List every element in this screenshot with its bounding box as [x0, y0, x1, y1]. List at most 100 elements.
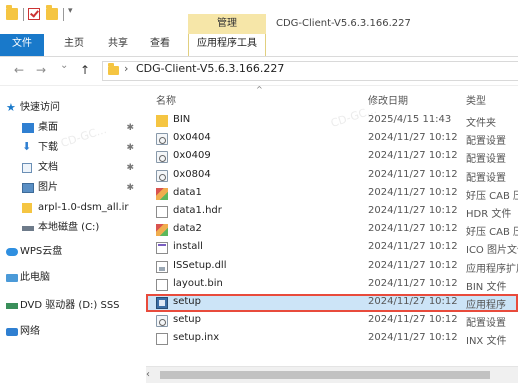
pin-icon[interactable]: ✱ [126, 178, 134, 198]
nav-item-desktop[interactable]: 桌面 ✱ [0, 118, 140, 138]
nav-item-quick-access[interactable]: ★ 快速访问 [0, 98, 140, 118]
file-row[interactable]: setup 2024/11/27 10:12 配置设置 [146, 312, 518, 330]
file-row[interactable]: data2 2024/11/27 10:12 好压 CAB 压 [146, 221, 518, 239]
folder-icon[interactable] [6, 5, 18, 20]
nav-item-arpl-folder[interactable]: arpl-1.0-dsm_all.ir [0, 198, 140, 218]
nav-item-dvd-drive[interactable]: DVD 驱动器 (D:) SSS [0, 296, 140, 316]
forward-arrow-icon[interactable]: → [36, 63, 46, 77]
file-row[interactable]: setup 2024/11/27 10:12 应用程序 [146, 294, 518, 312]
file-name: 0x0409 [173, 150, 211, 162]
quick-access-dropdown-icon[interactable]: ▾ [68, 6, 73, 16]
drive-icon [22, 226, 34, 231]
file-row[interactable]: data1.hdr 2024/11/27 10:12 HDR 文件 [146, 203, 518, 221]
file-row[interactable]: setup.inx 2024/11/27 10:12 INX 文件 [146, 330, 518, 348]
file-type: 好压 CAB 压 [466, 227, 518, 239]
column-header-type[interactable]: 类型 [466, 92, 486, 107]
file-type: 文件夹 [466, 118, 496, 129]
nav-item-label: 桌面 [38, 122, 58, 133]
nav-item-label: arpl-1.0-dsm_all.ir [38, 202, 129, 213]
horizontal-scrollbar[interactable]: ‹ [146, 366, 518, 383]
nav-item-documents[interactable]: 文档 ✱ [0, 158, 140, 178]
download-icon: ⬇ [22, 140, 32, 153]
file-name: layout.bin [173, 277, 223, 289]
nav-item-label: 下载 [38, 142, 58, 153]
nav-item-label: DVD 驱动器 (D:) SSS [20, 300, 120, 311]
file-name: setup [173, 296, 201, 307]
file-row[interactable]: ISSetup.dll 2024/11/27 10:12 应用程序扩展 [146, 258, 518, 276]
file-icon [156, 206, 168, 218]
nav-item-wps-cloud[interactable]: WPS云盘 [0, 242, 140, 262]
cab-icon [156, 187, 168, 200]
setup-icon [156, 297, 168, 309]
file-name: ISSetup.dll [173, 259, 227, 271]
file-type: HDR 文件 [466, 209, 512, 220]
file-row[interactable]: layout.bin 2024/11/27 10:12 BIN 文件 [146, 276, 518, 294]
file-date: 2024/11/27 10:12 [368, 314, 458, 326]
file-row[interactable]: 0x0409 2024/11/27 10:12 配置设置 [146, 148, 518, 166]
column-header-name[interactable]: 名称 [156, 92, 176, 107]
file-icon [156, 278, 168, 291]
file-type: 配置设置 [466, 154, 506, 166]
dll-icon [156, 260, 168, 273]
file-name: 0x0404 [173, 132, 211, 144]
file-row[interactable]: install 2024/11/27 10:12 ICO 图片文件 [146, 239, 518, 257]
nav-item-network[interactable]: 网络 [0, 322, 140, 342]
config-icon [156, 151, 168, 164]
breadcrumb-current-folder[interactable]: CDG-Client-V5.6.3.166.227 [136, 62, 284, 75]
file-row[interactable]: 0x0804 2024/11/27 10:12 配置设置 [146, 167, 518, 185]
cloud-icon [6, 248, 18, 256]
back-arrow-icon[interactable]: ← [14, 63, 24, 77]
tab-file[interactable]: 文件 [0, 34, 44, 56]
pin-icon[interactable]: ✱ [126, 118, 134, 138]
scroll-left-arrow-icon[interactable]: ‹ [146, 369, 150, 380]
file-name: install [173, 241, 203, 253]
config-icon [156, 133, 168, 146]
file-name: setup.inx [173, 332, 220, 344]
nav-item-label: 图片 [38, 182, 58, 193]
file-row[interactable]: 0x0404 2024/11/27 10:12 配置设置 [146, 130, 518, 148]
pin-icon[interactable]: ✱ [126, 158, 134, 178]
title-bar: ▾ 管理 CDG-Client-V5.6.3.166.227 [0, 0, 518, 34]
file-type: INX 文件 [466, 336, 507, 348]
manage-context-tab[interactable]: 管理 [188, 14, 266, 34]
tab-application-tools[interactable]: 应用程序工具 [188, 34, 266, 56]
file-row[interactable]: data1 2024/11/27 10:12 好压 CAB 压 [146, 185, 518, 203]
ribbon-tabs: 文件 主页 共享 查看 应用程序工具 [0, 34, 518, 57]
file-type: 配置设置 [466, 136, 506, 148]
nav-item-label: 网络 [20, 326, 40, 337]
file-date: 2024/11/27 10:12 [368, 296, 458, 307]
file-list: 名称 ^ 修改日期 类型 BIN 2025/4/15 11:43 文件夹 0x0404… [146, 85, 518, 366]
desktop-icon [22, 123, 34, 133]
config-icon [156, 315, 168, 328]
column-header-date[interactable]: 修改日期 [368, 92, 408, 107]
tab-home[interactable]: 主页 [64, 34, 84, 56]
file-row[interactable]: BIN 2025/4/15 11:43 文件夹 [146, 112, 518, 130]
pin-icon[interactable]: ✱ [126, 138, 134, 158]
computer-icon [6, 274, 18, 282]
separator [23, 8, 24, 21]
up-arrow-icon[interactable]: ↑ [80, 63, 90, 77]
nav-item-downloads[interactable]: ⬇ 下载 ✱ [0, 138, 140, 158]
tab-view[interactable]: 查看 [150, 34, 170, 56]
nav-item-local-disk-c[interactable]: 本地磁盘 (C:) [0, 218, 140, 238]
file-type: 配置设置 [466, 172, 506, 184]
file-icon [156, 333, 168, 346]
file-date: 2024/11/27 10:12 [368, 223, 458, 235]
file-type: 好压 CAB 压 [466, 190, 518, 202]
star-icon: ★ [6, 101, 16, 114]
nav-item-this-pc[interactable]: 此电脑 [0, 268, 140, 288]
folder-icon [22, 203, 32, 213]
install-icon [156, 242, 168, 255]
file-date: 2024/11/27 10:12 [368, 168, 458, 180]
file-type: BIN 文件 [466, 281, 507, 293]
recent-locations-chevron-icon[interactable]: ⌄ [60, 60, 68, 71]
network-icon [6, 328, 18, 336]
properties-check-icon[interactable] [28, 8, 40, 20]
config-icon [156, 169, 168, 182]
scrollbar-thumb[interactable] [160, 371, 490, 379]
nav-item-pictures[interactable]: 图片 ✱ [0, 178, 140, 198]
document-icon [22, 163, 32, 173]
breadcrumb-chevron-icon[interactable]: › [124, 62, 128, 75]
tab-share[interactable]: 共享 [108, 34, 128, 56]
new-folder-icon[interactable] [46, 5, 58, 20]
